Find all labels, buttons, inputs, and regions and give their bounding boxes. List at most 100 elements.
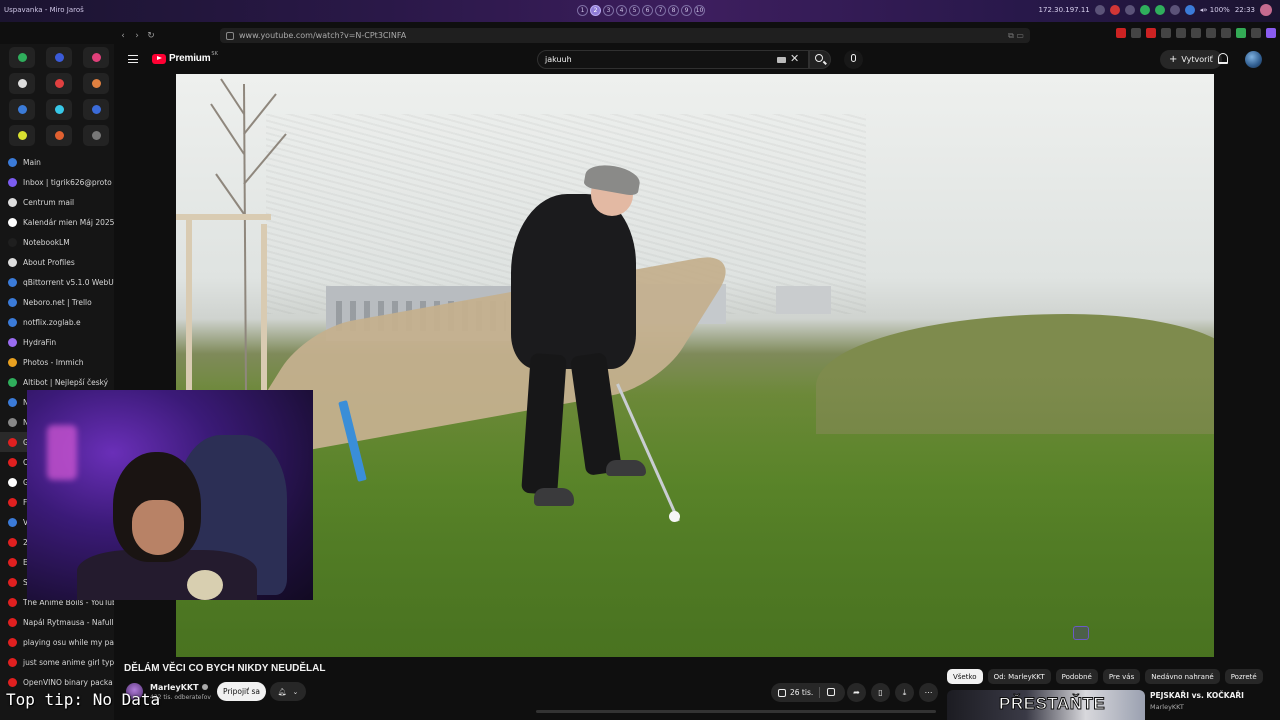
sidebar-tab[interactable]: NotebookLM [0,232,114,252]
sidebar-tab[interactable]: just some anime girl typi [0,652,114,672]
extension-icon[interactable] [1266,28,1276,38]
extension-icon[interactable] [1146,28,1156,38]
pinned-instagram[interactable] [83,47,109,68]
join-button[interactable]: Pripojiť sa [217,682,266,701]
notifications-bell-icon[interactable] [1218,53,1228,64]
workspace-button[interactable]: 9 [681,5,692,16]
workspace-button[interactable]: 2 [590,5,601,16]
sidebar-tab[interactable]: Altibot | Nejlepší český [0,372,114,392]
extension-icon[interactable] [1206,28,1216,38]
tray-icon[interactable] [1094,5,1105,15]
workspace-button[interactable]: 4 [616,5,627,16]
youtube-logo[interactable]: Premium SK [152,51,218,64]
sidebar-tab[interactable]: HydraFin [0,332,114,352]
save-button[interactable]: ▯ [871,683,890,702]
sidebar-tab[interactable]: qBittorrent v5.1.0 WebUI [0,272,114,292]
filter-chip[interactable]: Podobné [1055,669,1098,684]
sidebar-tab[interactable]: OpenVINO binary packa [0,672,114,692]
sidebar-tab[interactable]: About Profiles [0,252,114,272]
filter-chip[interactable]: Pozreté [1224,669,1263,684]
page-actions-icon[interactable]: ⧉ ▭ [1008,31,1024,41]
forward-icon[interactable]: › [130,29,144,43]
workspace-button[interactable]: 6 [642,5,653,16]
back-icon[interactable]: ‹ [116,29,130,43]
workspace-button[interactable]: 8 [668,5,679,16]
filter-chip[interactable]: Od: MarleyKKT [987,669,1051,684]
pinned-gmail-2[interactable] [83,73,109,94]
url-bar[interactable]: www.youtube.com/watch?v=N-CPt3CINFA ⧉ ▭ [220,28,1030,43]
sidebar-tab[interactable]: Centrum mail [0,192,114,212]
tray-icon[interactable] [1169,5,1180,15]
pinned-site[interactable] [46,99,72,120]
account-avatar[interactable] [1245,51,1262,68]
youtube-masthead: Premium SK jakuuh ✕ + Vytvoriť [116,46,1280,74]
more-actions-button[interactable]: ⋯ [919,683,938,702]
site-info-icon[interactable] [226,31,234,40]
voice-search-button[interactable] [844,50,863,69]
create-button[interactable]: + Vytvoriť [1160,50,1222,69]
keyboard-icon[interactable] [777,57,786,63]
sidebar-tab[interactable]: Inbox | tigrik626@proto [0,172,114,192]
filter-chip[interactable]: Pre vás [1102,669,1141,684]
sidebar-tab[interactable]: Kalendár mien Máj 2025 [0,212,114,232]
workspace-button[interactable]: 10 [694,5,705,16]
pinned-whatsapp[interactable] [9,47,35,68]
spotify-icon[interactable] [1154,5,1165,15]
extension-icon[interactable] [1236,28,1246,38]
pinned-x[interactable] [9,73,35,94]
sidebar-tab[interactable]: notflix.zoglab.e [0,312,114,332]
volume-level[interactable]: ◂» 100% [1200,6,1230,14]
like-button[interactable]: 26 tis. [771,683,845,702]
tray-icon[interactable] [1139,5,1150,15]
telegram-icon[interactable] [1184,5,1195,15]
workspace-button[interactable]: 5 [629,5,640,16]
horizontal-scrollbar[interactable] [536,710,936,713]
sidebar-tab[interactable]: playing osu while my par [0,632,114,652]
tab-label: Centrum mail [23,197,75,207]
tray-icon[interactable] [1109,5,1120,15]
filter-chip[interactable]: Všetko [947,669,983,684]
extension-icon[interactable] [1221,28,1231,38]
extension-icon[interactable] [1116,28,1126,38]
recommended-video-channel[interactable]: MarleyKKT [1150,703,1184,711]
pinned-site[interactable] [83,99,109,120]
extension-icon[interactable] [1191,28,1201,38]
golfer-shoe [606,460,646,476]
sidebar-tab[interactable]: Napál Rytmausa - Nafull [0,612,114,632]
hamburger-menu-icon[interactable] [128,55,138,63]
sidebar-tab[interactable]: Main [0,152,114,172]
reload-icon[interactable]: ↻ [144,29,158,43]
pinned-gmail[interactable] [46,73,72,94]
search-button[interactable] [809,50,831,69]
extension-icon[interactable] [1251,28,1261,38]
close-icon[interactable]: ✕ [790,52,799,65]
pinned-site[interactable] [9,125,35,146]
video-player[interactable] [176,74,1214,657]
user-avatar-icon[interactable] [1260,4,1272,16]
thumbs-down-icon[interactable] [827,688,835,696]
pinned-site[interactable] [46,47,72,68]
sidebar-tab[interactable]: Neboro.net | Trello [0,292,114,312]
tray-icon[interactable] [1124,5,1135,15]
tab-favicon-icon [8,357,17,367]
overlay-tip: Top tip: No Data [6,690,161,709]
pinned-messenger[interactable] [9,99,35,120]
workspace-button[interactable]: 3 [603,5,614,16]
pinned-gitlab[interactable] [46,125,72,146]
workspace-button[interactable]: 1 [577,5,588,16]
extension-icon[interactable] [1176,28,1186,38]
share-button[interactable]: ➦ [847,683,866,702]
extension-icon[interactable] [1131,28,1141,38]
sidebar-tab[interactable]: Photos - Immich [0,352,114,372]
recommended-video-thumbnail[interactable]: PŘESTAŇTE [947,690,1145,720]
extension-icon[interactable] [1161,28,1171,38]
subscribed-button[interactable]: 🔔︎ ⌄ [270,682,306,701]
filter-chip[interactable]: Nedávno nahrané [1145,669,1220,684]
channel-watermark-icon[interactable] [1073,626,1089,640]
download-button[interactable]: ⤓ [895,683,914,702]
tab-favicon-icon [8,217,17,227]
search-input[interactable]: jakuuh [537,50,809,69]
pinned-settings[interactable] [83,125,109,146]
recommended-video-title[interactable]: PEJSKAŘI vs. KOČKAŘI [1150,691,1244,700]
workspace-button[interactable]: 7 [655,5,666,16]
